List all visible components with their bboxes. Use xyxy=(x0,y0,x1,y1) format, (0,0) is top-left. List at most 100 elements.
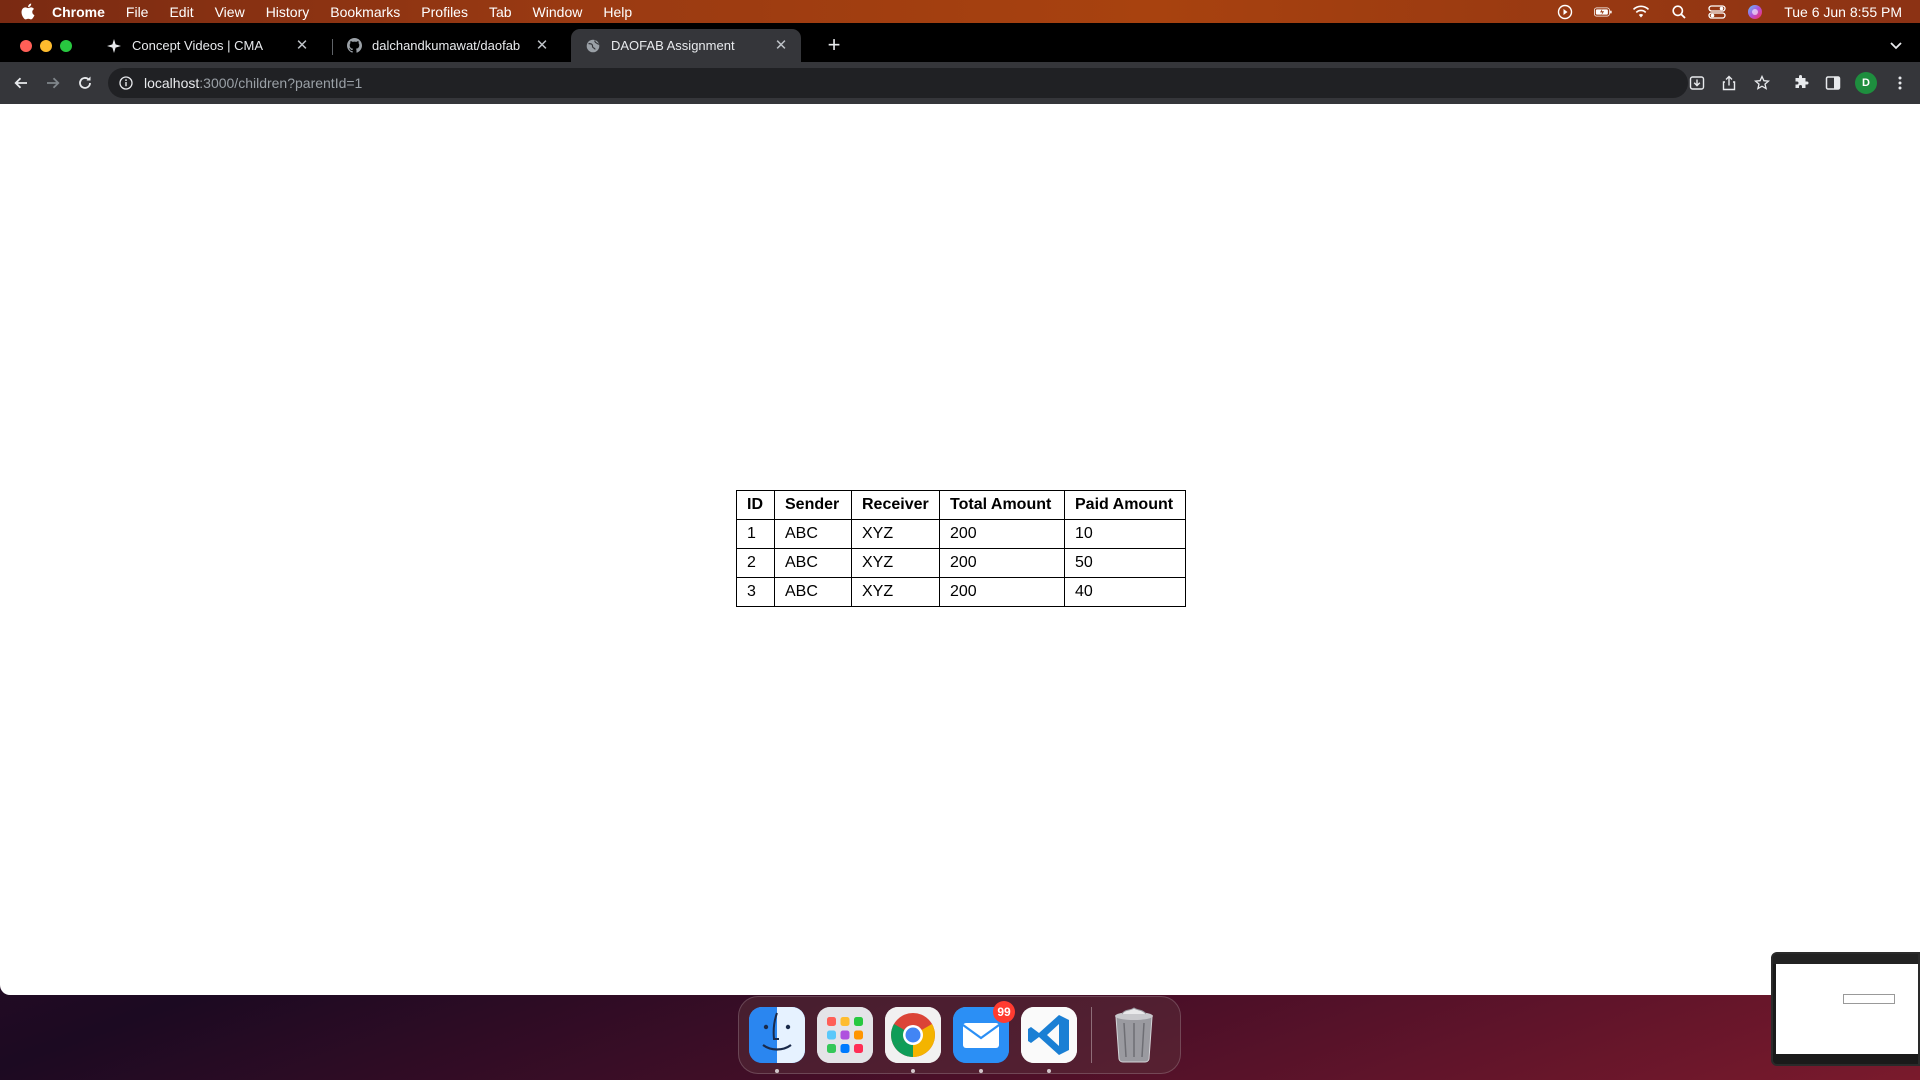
cell-id: 1 xyxy=(736,519,775,549)
share-icon[interactable] xyxy=(1719,73,1739,93)
vscode-icon xyxy=(1021,1007,1077,1063)
cell-sender: ABC xyxy=(774,577,852,607)
chrome-logo-icon xyxy=(885,1007,941,1063)
url-path: :3000/children?parentId=1 xyxy=(199,75,363,91)
menu-view[interactable]: View xyxy=(215,4,245,20)
cell-receiver: XYZ xyxy=(851,548,940,578)
browser-toolbar: localhost:3000/children?parentId=1 D xyxy=(0,62,1920,104)
header-paid-amount: Paid Amount xyxy=(1064,490,1186,520)
wifi-icon[interactable] xyxy=(1632,5,1650,19)
minimize-window-button[interactable] xyxy=(40,40,52,52)
thumbnail-browser-bar xyxy=(1773,954,1918,964)
reload-button[interactable] xyxy=(75,73,95,93)
table-row: 1 ABC XYZ 200 10 xyxy=(736,519,1186,549)
menu-bar-status-area: Tue 6 Jun 8:55 PM xyxy=(1556,0,1902,23)
control-center-icon[interactable] xyxy=(1708,4,1726,19)
dock-trash[interactable] xyxy=(1106,1007,1162,1063)
menu-tab[interactable]: Tab xyxy=(489,4,512,20)
close-tab-icon[interactable]: ✕ xyxy=(294,37,310,54)
plus-star-icon xyxy=(106,38,122,54)
cell-receiver: XYZ xyxy=(851,577,940,607)
page-viewport: ID Sender Receiver Total Amount Paid Amo… xyxy=(0,104,1920,995)
header-receiver: Receiver xyxy=(851,490,940,520)
address-bar[interactable]: localhost:3000/children?parentId=1 xyxy=(108,68,1688,98)
macos-menu-bar: Chrome File Edit View History Bookmarks … xyxy=(0,0,1920,23)
menu-file[interactable]: File xyxy=(126,4,149,20)
running-indicator xyxy=(1047,1069,1051,1073)
table-header-row: ID Sender Receiver Total Amount Paid Amo… xyxy=(736,490,1186,520)
tab-title: DAOFAB Assignment xyxy=(611,38,735,53)
cell-id: 3 xyxy=(736,577,775,607)
globe-icon xyxy=(585,38,601,54)
tab-github-daofab[interactable]: dalchandkumawat/daofab ✕ xyxy=(332,29,562,62)
menu-bar-clock[interactable]: Tue 6 Jun 8:55 PM xyxy=(1784,4,1902,20)
dock-vscode[interactable] xyxy=(1021,1007,1077,1073)
menu-profiles[interactable]: Profiles xyxy=(421,4,468,20)
arrow-right-icon xyxy=(47,77,60,89)
cell-total-amount: 200 xyxy=(939,548,1065,578)
cell-sender: ABC xyxy=(774,519,852,549)
table-row: 3 ABC XYZ 200 40 xyxy=(736,577,1186,607)
finder-icon xyxy=(749,1007,805,1063)
menu-edit[interactable]: Edit xyxy=(169,4,193,20)
tab-search-chevron-icon[interactable] xyxy=(1888,37,1904,53)
header-id: ID xyxy=(736,490,775,520)
cell-id: 2 xyxy=(736,548,775,578)
battery-icon[interactable] xyxy=(1594,5,1612,19)
header-sender: Sender xyxy=(774,490,852,520)
apple-icon[interactable] xyxy=(20,3,38,20)
screenshot-preview-thumbnail[interactable] xyxy=(1771,952,1920,1066)
menu-history[interactable]: History xyxy=(266,4,310,20)
running-indicator xyxy=(911,1069,915,1073)
fullscreen-window-button[interactable] xyxy=(60,40,72,52)
running-indicator xyxy=(775,1069,779,1073)
github-icon xyxy=(346,38,362,54)
tab-title: dalchandkumawat/daofab xyxy=(372,38,521,53)
install-app-icon[interactable] xyxy=(1687,73,1707,93)
back-button[interactable] xyxy=(11,73,31,93)
menu-window[interactable]: Window xyxy=(533,4,583,20)
dock-mail[interactable]: 99 xyxy=(953,1001,1015,1073)
cell-paid-amount: 40 xyxy=(1064,577,1186,607)
dock-google-chrome[interactable] xyxy=(885,1007,941,1073)
thumbnail-table xyxy=(1843,994,1895,1004)
macos-dock: 99 xyxy=(738,996,1181,1074)
cell-paid-amount: 10 xyxy=(1064,519,1186,549)
new-tab-button[interactable]: + xyxy=(824,34,844,56)
dock-finder[interactable] xyxy=(749,1007,805,1073)
bookmark-star-icon[interactable] xyxy=(1752,73,1772,93)
spotlight-search-icon[interactable] xyxy=(1670,4,1688,19)
menu-app-name[interactable]: Chrome xyxy=(52,4,105,20)
close-tab-icon[interactable]: ✕ xyxy=(773,37,789,54)
cell-sender: ABC xyxy=(774,548,852,578)
siri-icon[interactable] xyxy=(1746,4,1764,19)
thumbnail-page xyxy=(1776,964,1918,1054)
browser-tab-strip: Concept Videos | CMA ✕ dalchandkumawat/d… xyxy=(0,23,1920,62)
dock-divider xyxy=(1091,1007,1092,1063)
tab-daofab-assignment[interactable]: DAOFAB Assignment ✕ xyxy=(571,29,801,62)
play-circle-icon[interactable] xyxy=(1556,4,1574,19)
tab-concept-videos[interactable]: Concept Videos | CMA ✕ xyxy=(92,29,322,62)
payments-table: ID Sender Receiver Total Amount Paid Amo… xyxy=(736,490,1186,607)
window-controls xyxy=(20,40,72,52)
launchpad-grid-icon xyxy=(817,1007,873,1063)
table-row: 2 ABC XYZ 200 50 xyxy=(736,548,1186,578)
tab-title: Concept Videos | CMA xyxy=(132,38,264,53)
side-panel-icon[interactable] xyxy=(1823,73,1843,93)
menu-bookmarks[interactable]: Bookmarks xyxy=(330,4,400,20)
site-info-icon[interactable] xyxy=(118,75,134,91)
forward-button[interactable] xyxy=(43,73,63,93)
url-host: localhost xyxy=(144,75,200,91)
profile-avatar[interactable]: D xyxy=(1855,72,1877,94)
close-tab-icon[interactable]: ✕ xyxy=(534,37,550,54)
extensions-puzzle-icon[interactable] xyxy=(1791,73,1811,93)
close-window-button[interactable] xyxy=(20,40,32,52)
chrome-menu-kebab-icon[interactable] xyxy=(1890,73,1910,93)
cell-receiver: XYZ xyxy=(851,519,940,549)
menu-help[interactable]: Help xyxy=(603,4,632,20)
mail-unread-badge: 99 xyxy=(993,1001,1015,1023)
running-indicator xyxy=(979,1069,983,1073)
dock-launchpad[interactable] xyxy=(817,1007,873,1063)
reload-icon xyxy=(79,76,91,89)
cell-total-amount: 200 xyxy=(939,519,1065,549)
